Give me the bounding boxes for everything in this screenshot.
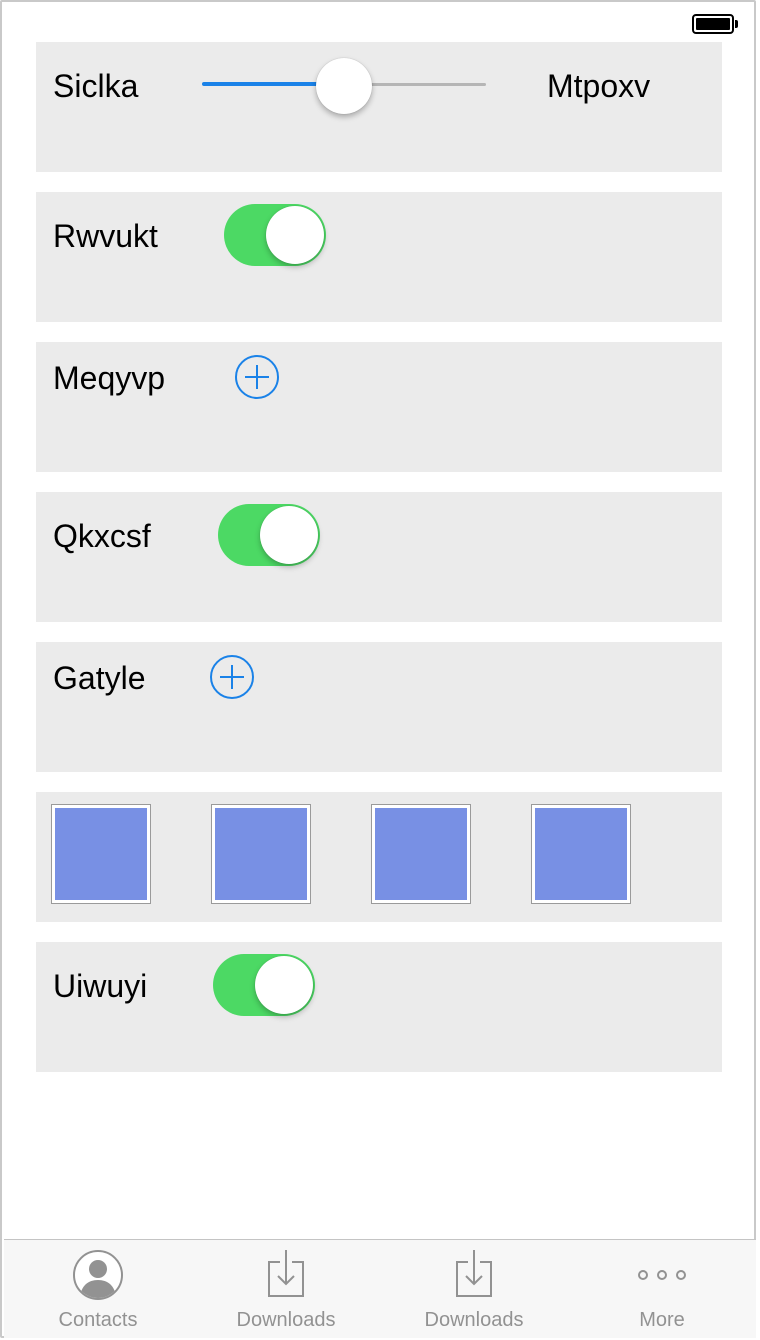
image-thumbnail[interactable] — [531, 804, 631, 904]
toggle-label: Rwvukt — [53, 218, 158, 254]
slider-label: Siclka — [53, 68, 139, 104]
toggle-knob — [266, 206, 324, 264]
tab-contacts[interactable]: Contacts — [4, 1240, 192, 1339]
tab-label: Contacts — [58, 1309, 138, 1331]
slider-row: Siclka Mtpoxv — [36, 42, 722, 172]
slider-thumb[interactable] — [316, 58, 372, 114]
tab-label: Downloads — [236, 1309, 336, 1331]
toggle-switch[interactable] — [218, 504, 320, 566]
slider[interactable] — [202, 58, 486, 114]
toggle-knob — [255, 956, 313, 1014]
image-row — [36, 792, 722, 922]
tab-label: More — [639, 1309, 685, 1331]
add-button[interactable] — [209, 654, 255, 700]
toggle-row: Rwvukt — [36, 192, 722, 322]
toggle-row: Uiwuyi — [36, 942, 722, 1072]
slider-value-label: Mtpoxv — [547, 68, 651, 104]
screen-frame: Siclka Mtpoxv Rwvukt Meqyvp Qkxcsf Gatyl… — [0, 0, 756, 1338]
tab-bar: Contacts Downloads Downloads More — [4, 1239, 756, 1338]
downloads-icon — [268, 1250, 304, 1297]
downloads-icon — [456, 1250, 492, 1297]
tab-label: Downloads — [424, 1309, 524, 1331]
battery-icon — [692, 14, 738, 36]
tab-more[interactable]: More — [568, 1240, 756, 1339]
tab-downloads[interactable]: Downloads — [380, 1240, 568, 1339]
image-thumbnail[interactable] — [371, 804, 471, 904]
image-thumbnail[interactable] — [211, 804, 311, 904]
toggle-row: Qkxcsf — [36, 492, 722, 622]
add-row: Meqyvp — [36, 342, 722, 472]
add-row-label: Meqyvp — [53, 360, 166, 396]
contacts-icon — [73, 1250, 123, 1300]
more-icon — [638, 1270, 686, 1280]
toggle-label: Qkxcsf — [53, 518, 151, 554]
add-row-label: Gatyle — [53, 660, 146, 696]
add-row: Gatyle — [36, 642, 722, 772]
toggle-knob — [260, 506, 318, 564]
tab-downloads[interactable]: Downloads — [192, 1240, 380, 1339]
image-thumbnail[interactable] — [51, 804, 151, 904]
add-button[interactable] — [234, 354, 280, 400]
toggle-switch[interactable] — [224, 204, 326, 266]
toggle-label: Uiwuyi — [53, 968, 148, 1004]
toggle-switch[interactable] — [213, 954, 315, 1016]
